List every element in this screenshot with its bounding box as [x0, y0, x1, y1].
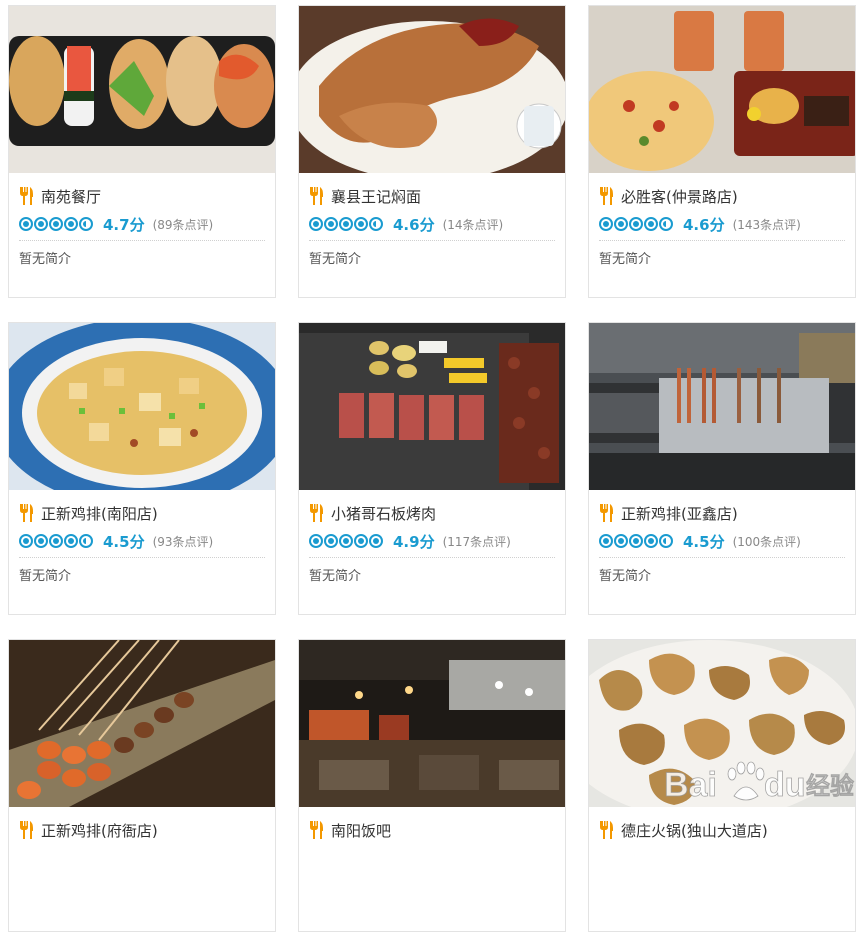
rating-stars [19, 534, 94, 548]
restaurant-card[interactable]: 南阳饭吧 [298, 639, 566, 932]
restaurant-card[interactable]: 正新鸡排(亚鑫店) 4.5分 (100条点评) 暂无简介 [588, 322, 856, 615]
restaurant-name[interactable]: 正新鸡排(南阳店) [41, 503, 158, 524]
restaurant-photo[interactable] [9, 6, 275, 173]
restaurant-description: 暂无简介 [309, 252, 362, 267]
restaurant-description: 暂无简介 [599, 252, 652, 267]
fork-knife-icon [600, 821, 613, 839]
restaurant-card[interactable]: 必胜客(仲景路店) 4.6分 (143条点评) 暂无简介 [588, 5, 856, 298]
restaurant-photo[interactable] [589, 6, 855, 173]
rating-stars [309, 217, 384, 231]
restaurant-photo[interactable] [299, 640, 565, 807]
restaurant-name[interactable]: 南苑餐厅 [41, 186, 101, 207]
divider [599, 240, 845, 241]
svg-text:du: du [764, 766, 806, 804]
review-count: (14条点评) [442, 217, 504, 232]
rating: 4.5分 (93条点评) [19, 531, 213, 551]
restaurant-name[interactable]: 正新鸡排(亚鑫店) [621, 503, 738, 524]
fork-knife-icon [310, 821, 323, 839]
rating: 4.6分 (143条点评) [599, 214, 801, 234]
restaurant-description: 暂无简介 [309, 569, 362, 584]
rating-stars [599, 534, 674, 548]
fork-knife-icon [310, 187, 323, 205]
restaurant-photo[interactable] [299, 6, 565, 173]
restaurant-description: 暂无简介 [19, 252, 72, 267]
fork-knife-icon [310, 504, 323, 522]
restaurant-photo[interactable] [9, 323, 275, 490]
review-count: (100条点评) [732, 534, 801, 549]
restaurant-name[interactable]: 德庄火锅(独山大道店) [621, 820, 768, 841]
divider [19, 557, 265, 558]
fork-knife-icon [600, 187, 613, 205]
divider [599, 557, 845, 558]
restaurant-description: 暂无简介 [19, 569, 72, 584]
review-count: (93条点评) [152, 534, 214, 549]
fork-knife-icon [20, 504, 33, 522]
restaurant-card[interactable]: 南苑餐厅 4.7分 (89条点评) 暂无简介 [8, 5, 276, 298]
restaurant-photo[interactable] [9, 640, 275, 807]
restaurant-name[interactable]: 必胜客(仲景路店) [621, 186, 738, 207]
restaurant-card[interactable]: 正新鸡排(南阳店) 4.5分 (93条点评) 暂无简介 [8, 322, 276, 615]
fork-knife-icon [20, 821, 33, 839]
restaurant-name[interactable]: 小猪哥石板烤肉 [331, 503, 436, 524]
restaurant-card[interactable]: 小猪哥石板烤肉 4.9分 (117条点评) 暂无简介 [298, 322, 566, 615]
restaurant-name[interactable]: 襄县王记焖面 [331, 186, 421, 207]
rating: 4.7分 (89条点评) [19, 214, 213, 234]
restaurant-name[interactable]: 南阳饭吧 [331, 820, 391, 841]
rating-score: 4.6分 [683, 215, 725, 234]
review-count: (143条点评) [732, 217, 801, 232]
fork-knife-icon [600, 504, 613, 522]
rating-stars [599, 217, 674, 231]
restaurant-description: 暂无简介 [599, 569, 652, 584]
rating-score: 4.9分 [393, 532, 435, 551]
rating-stars [19, 217, 94, 231]
divider [19, 240, 265, 241]
divider [309, 240, 555, 241]
restaurant-name[interactable]: 正新鸡排(府衙店) [41, 820, 158, 841]
svg-text:Bai: Bai [664, 766, 717, 804]
baidu-jingyan-watermark: Bai du 经验 [664, 761, 854, 804]
fork-knife-icon [20, 187, 33, 205]
review-count: (89条点评) [152, 217, 214, 232]
svg-text:经验: 经验 [806, 772, 854, 800]
rating: 4.6分 (14条点评) [309, 214, 503, 234]
restaurant-card[interactable]: 襄县王记焖面 4.6分 (14条点评) 暂无简介 [298, 5, 566, 298]
restaurant-photo[interactable] [299, 323, 565, 490]
rating: 4.9分 (117条点评) [309, 531, 511, 551]
rating-score: 4.5分 [683, 532, 725, 551]
rating: 4.5分 (100条点评) [599, 531, 801, 551]
rating-score: 4.7分 [103, 215, 145, 234]
restaurant-photo[interactable] [589, 323, 855, 490]
divider [309, 557, 555, 558]
review-count: (117条点评) [442, 534, 511, 549]
rating-stars [309, 534, 384, 548]
rating-score: 4.6分 [393, 215, 435, 234]
restaurant-card[interactable]: 正新鸡排(府衙店) [8, 639, 276, 932]
rating-score: 4.5分 [103, 532, 145, 551]
